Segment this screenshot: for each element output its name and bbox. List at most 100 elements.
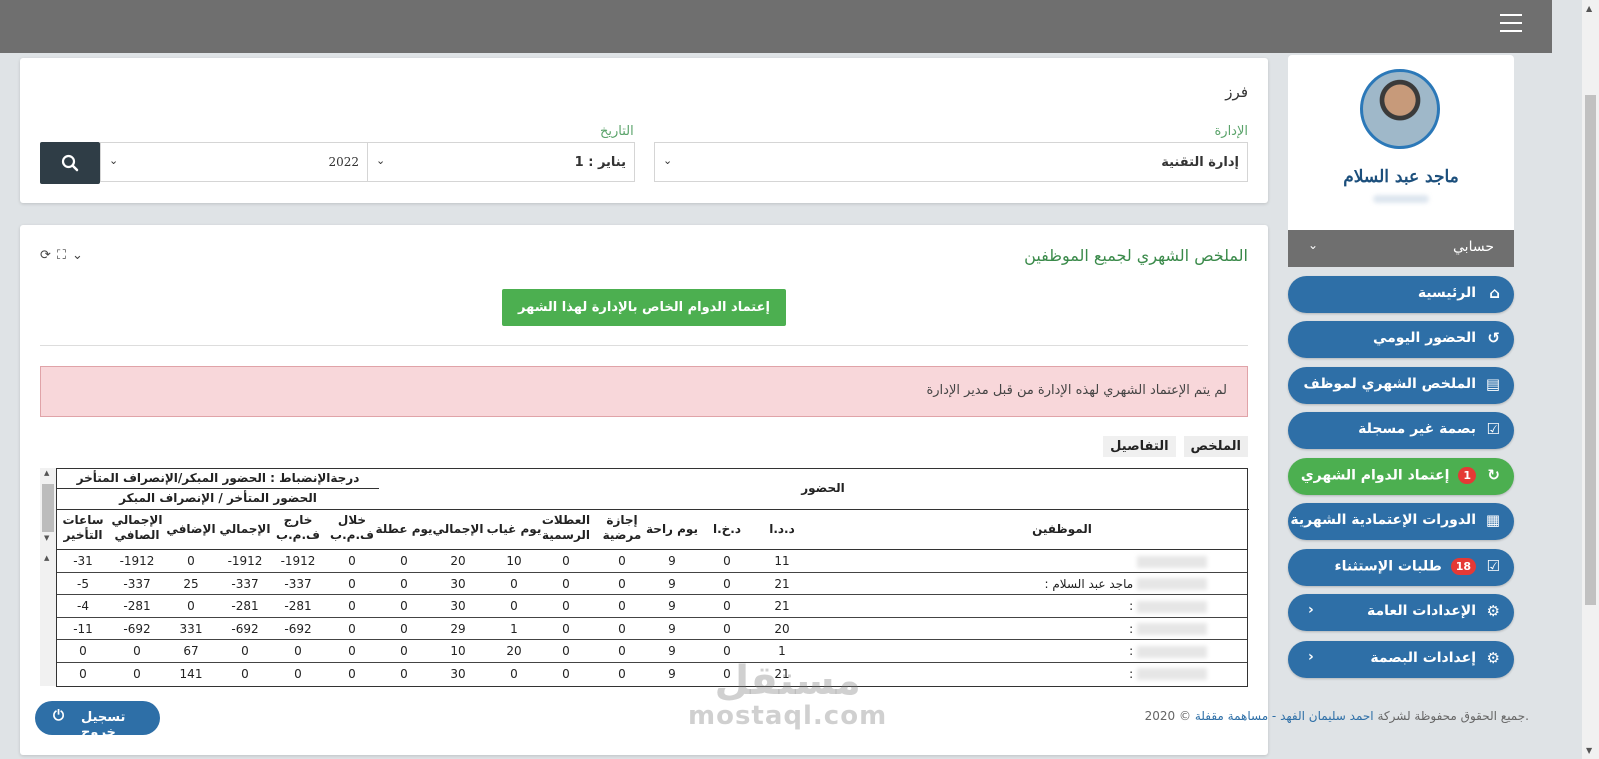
table-cell: -31 (73, 554, 93, 568)
table-row: : ماجد عبد السلام 21 0 9 0 0 0 30 0 0 -337 -337 25 -… (57, 573, 1247, 596)
watermark-line1: مستقل (714, 658, 861, 704)
table-cell: 0 (241, 644, 249, 659)
employee-name-text: : (1129, 621, 1134, 636)
table-cell: 0 (187, 599, 195, 614)
watermark: مستقل mostaql.com (688, 660, 887, 730)
col-header: خلال ف.م.ب (330, 513, 374, 542)
document-icon: ▤ (1485, 375, 1500, 393)
year-value: 2022 (328, 155, 359, 169)
table-cell: 0 (294, 644, 302, 659)
table-cell: -337 (123, 576, 151, 591)
profile-name: ماجد عبد السلام (1343, 167, 1459, 187)
table-cell: 0 (241, 666, 249, 681)
col-header: د.د.ا (769, 522, 795, 536)
table-body: 11 0 9 0 0 10 20 0 0 -1912 -1912 0 -1912 -31: ماجد عب… (56, 550, 1248, 687)
col-header: يوم غياب (486, 522, 542, 536)
table-cell: -11 (73, 621, 93, 636)
approve-month-button[interactable]: إعتماد الدوام الخاص بالإدارة لهذا الشهر (502, 289, 786, 326)
table-cell: 0 (562, 599, 570, 614)
scroll-down-icon[interactable]: ▼ (1586, 746, 1592, 755)
scroll-thumb[interactable] (1585, 95, 1596, 605)
chevron-down-icon[interactable]: ⌄ (72, 248, 83, 263)
table-cell: 21 (774, 599, 790, 614)
employee-name (1137, 554, 1207, 568)
nav-monthly-cycles[interactable]: ▦ الدورات الإعتمادية الشهرية (1288, 503, 1514, 540)
avatar[interactable] (1360, 69, 1440, 149)
table-cell: -692 (123, 621, 151, 636)
scroll-thumb[interactable] (42, 484, 54, 532)
scroll-down-icon[interactable]: ▼ (44, 534, 49, 542)
table-cell: 0 (510, 599, 518, 614)
checkbox-icon: ☑ (1486, 420, 1500, 438)
summary-title: الملخص الشهري لجميع الموظفين (1024, 246, 1248, 265)
nav-employee-monthly-summary[interactable]: ▤ الملخص الشهري لموظف (1288, 367, 1514, 404)
chevron-right-icon: › (1308, 649, 1314, 665)
table-cell: 0 (618, 621, 626, 636)
table-cell: 0 (400, 599, 408, 614)
tab-details[interactable]: التفاصيل (1103, 436, 1176, 457)
footer-prefix: جميع الحقوق محفوظة لشركة (1377, 709, 1526, 723)
employee-name: : (1129, 667, 1207, 681)
table-cell: 20 (450, 554, 466, 568)
fullscreen-icon[interactable]: ⛶ (57, 248, 66, 263)
hamburger-icon[interactable] (1500, 14, 1522, 32)
tab-summary[interactable]: الملخص (1183, 436, 1248, 457)
table-scrollbar[interactable]: ▲ ▼ ▲ (40, 468, 56, 686)
chevron-down-icon: ⌄ (376, 154, 386, 167)
nav-general-settings[interactable]: ⚙ الإعدادات العامة › (1288, 594, 1514, 631)
table-cell: 0 (348, 576, 356, 591)
nav-monthly-approval[interactable]: ↻ إعتماد الدوام الشهري 1 (1288, 458, 1514, 495)
nav-exception-requests[interactable]: ☑ طلبات الإستثناء 18 (1288, 549, 1514, 586)
date-label: التاريخ (600, 124, 634, 139)
month-select[interactable]: 1 : يناير ⌄ (367, 142, 635, 182)
employee-name-text: : (1129, 644, 1134, 659)
nav-fingerprint-settings[interactable]: ⚙ إعدادات البصمة › (1288, 641, 1514, 678)
home-icon: ⌂ (1489, 284, 1500, 302)
refresh-icon[interactable]: ⟳ (40, 248, 51, 263)
nav-label: الإعدادات العامة (1367, 603, 1476, 619)
employee-name: : (1129, 599, 1207, 613)
nav-label-text: طلبات الإستثناء (1334, 558, 1442, 575)
search-button[interactable] (40, 142, 100, 184)
notification-badge: 18 (1450, 558, 1476, 575)
scroll-up-icon[interactable]: ▲ (44, 469, 49, 477)
logout-button[interactable]: ⏻ تسجيل خروج (35, 701, 160, 740)
alert-text: لم يتم الإعتماد الشهري لهذه الإدارة من ق… (926, 383, 1227, 398)
redacted-block (1137, 555, 1207, 568)
company-link[interactable]: احمد سليمان الفهد - مساهمة مقفلة (1195, 709, 1374, 723)
page-scrollbar[interactable]: ▲ ▼ (1582, 0, 1599, 759)
year-select[interactable]: 2022 ⌄ (100, 142, 368, 182)
redacted-block (1137, 645, 1207, 658)
table-cell: 11 (774, 554, 790, 568)
not-approved-alert: لم يتم الإعتماد الشهري لهذه الإدارة من ق… (40, 366, 1248, 417)
table-cell: 0 (618, 599, 626, 614)
top-bar (0, 0, 1552, 53)
group-header-late: الحضور المتأخر / الإنصراف المبكر (119, 491, 317, 505)
nav-daily-attendance[interactable]: ↺ الحضور اليومي (1288, 321, 1514, 358)
scroll-up-icon[interactable]: ▲ (44, 554, 49, 562)
table-cell: 0 (133, 644, 141, 659)
table-cell: 0 (400, 621, 408, 636)
nav-home[interactable]: ⌂ الرئيسية (1288, 276, 1514, 313)
table-cell: -281 (123, 599, 151, 614)
nav-label: بصمة غير مسجلة (1358, 421, 1476, 437)
nav-unregistered-fingerprint[interactable]: ☑ بصمة غير مسجلة (1288, 412, 1514, 449)
col-header: الإجمالي (219, 522, 271, 536)
col-header: الإجمالي الصافي (111, 513, 163, 542)
table-cell: 0 (400, 644, 408, 659)
chevron-down-icon: ⌄ (109, 154, 119, 167)
history-icon: ↺ (1487, 329, 1500, 347)
power-icon: ⏻ (53, 708, 65, 724)
table-cell: 9 (668, 576, 676, 591)
account-dropdown[interactable]: حسابي ⌄ (1288, 230, 1514, 267)
department-select[interactable]: إدارة التقنية ⌄ (654, 142, 1248, 182)
logout-label: تسجيل خروج (81, 710, 126, 740)
table-cell: -692 (284, 621, 312, 636)
scroll-up-icon[interactable]: ▲ (1586, 4, 1592, 13)
table-row: : 21 0 9 0 0 0 30 0 0 0 0 141 0 0 (57, 663, 1247, 686)
table-cell: 0 (510, 576, 518, 591)
table-cell: 0 (723, 599, 731, 614)
cogs-icon: ⚙ (1486, 649, 1500, 667)
employee-name: : ماجد عبد السلام (1045, 577, 1207, 591)
table-cell: 0 (618, 554, 626, 568)
